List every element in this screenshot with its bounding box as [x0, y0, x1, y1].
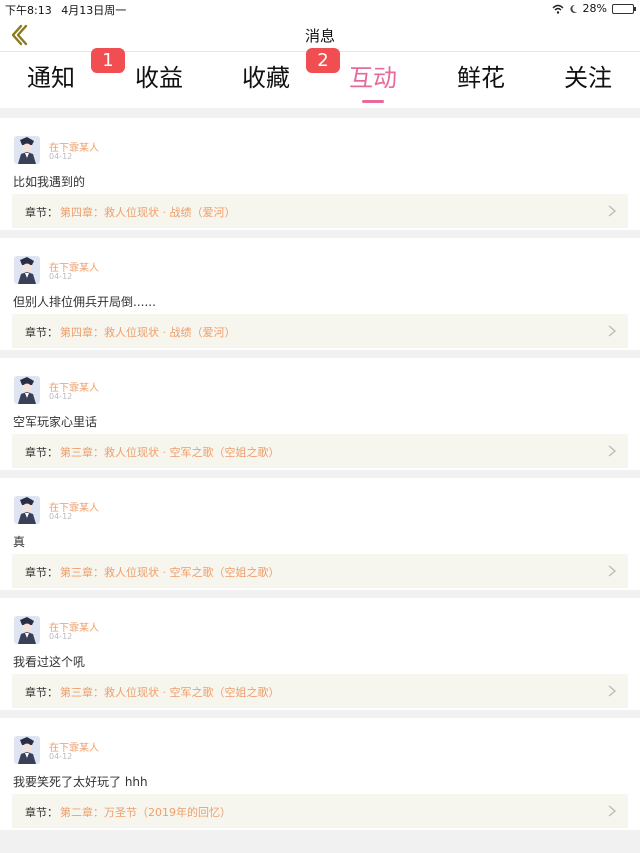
page-title: 消息	[304, 27, 335, 45]
avatar[interactable]	[14, 496, 40, 524]
active-tab-underline	[362, 100, 384, 103]
chapter-label: 章节：	[25, 206, 58, 219]
chapter-link[interactable]: 章节： 第三章：救人位现状 · 空军之歌（空姐之歌）	[12, 554, 628, 588]
avatar[interactable]	[14, 376, 40, 404]
status-time-date: 下午8:13 4月13日周一	[5, 2, 126, 18]
chevron-right-icon	[608, 565, 617, 577]
tab-earnings[interactable]: 收益	[135, 58, 183, 93]
chevron-right-icon	[608, 685, 617, 697]
comment-card: 在下霏某人 04-12 比如我遇到的 章节： 第四章：救人位现状 · 战绩（爱河…	[0, 118, 640, 230]
tab-label: 收益	[135, 64, 183, 92]
chapter-label: 章节：	[25, 326, 58, 339]
unread-badge: 1	[91, 48, 125, 73]
nav-bar: 消息	[0, 18, 640, 52]
chapter-link[interactable]: 章节： 第四章：救人位现状 · 战绩（爱河）	[12, 194, 628, 228]
status-time: 下午8:13	[5, 4, 52, 17]
status-date: 4月13日周一	[61, 4, 127, 17]
tab-label: 通知	[27, 64, 75, 92]
chapter-title: 第二章：万圣节（2019年的回忆）	[60, 806, 231, 819]
comment-text: 空军玩家心里话	[13, 415, 98, 429]
tab-bar: 通知 1 收益 收藏 2 互动 鲜花 关注	[0, 48, 640, 158]
comment-text: 但别人排位佣兵开局倒......	[13, 295, 156, 309]
battery-icon	[612, 3, 636, 14]
chapter-link[interactable]: 章节： 第三章：救人位现状 · 空军之歌（空姐之歌）	[12, 434, 628, 468]
comment-date: 04-12	[49, 752, 73, 761]
chapter-link[interactable]: 章节： 第二章：万圣节（2019年的回忆）	[12, 794, 628, 828]
tab-flowers[interactable]: 鲜花	[457, 58, 505, 93]
comment-list: 在下霏某人 04-12 比如我遇到的 章节： 第四章：救人位现状 · 战绩（爱河…	[0, 118, 640, 838]
status-bar: 下午8:13 4月13日周一 28%	[0, 0, 640, 18]
avatar[interactable]	[14, 136, 40, 164]
comment-card: 在下霏某人 04-12 我要笑死了太好玩了 hhh 章节： 第二章：万圣节（20…	[0, 718, 640, 830]
chapter-link[interactable]: 章节： 第三章：救人位现状 · 空军之歌（空姐之歌）	[12, 674, 628, 708]
comment-date: 04-12	[49, 512, 73, 521]
chevron-right-icon	[608, 445, 617, 457]
tab-following[interactable]: 关注	[564, 58, 612, 93]
tab-label: 互动	[349, 64, 397, 92]
chapter-title: 第三章：救人位现状 · 空军之歌（空姐之歌）	[60, 566, 280, 579]
unread-badge: 2	[306, 48, 340, 73]
comment-date: 04-12	[49, 392, 73, 401]
tab-notifications[interactable]: 通知 1	[27, 48, 125, 93]
chapter-label: 章节：	[25, 566, 58, 579]
avatar[interactable]	[14, 256, 40, 284]
chapter-title: 第四章：救人位现状 · 战绩（爱河）	[60, 326, 236, 339]
avatar[interactable]	[14, 616, 40, 644]
battery-percent: 28%	[582, 2, 607, 15]
chevron-right-icon	[608, 325, 617, 337]
chevron-right-icon	[608, 805, 617, 817]
chapter-title: 第三章：救人位现状 · 空军之歌（空姐之歌）	[60, 686, 280, 699]
comment-card: 在下霏某人 04-12 我看过这个吼 章节： 第三章：救人位现状 · 空军之歌（…	[0, 598, 640, 710]
tab-label: 鲜花	[457, 64, 505, 92]
comment-date: 04-12	[49, 152, 73, 161]
chapter-link[interactable]: 章节： 第四章：救人位现状 · 战绩（爱河）	[12, 314, 628, 348]
chapter-label: 章节：	[25, 806, 58, 819]
chapter-label: 章节：	[25, 446, 58, 459]
moon-icon	[569, 4, 577, 13]
comment-date: 04-12	[49, 632, 73, 641]
avatar[interactable]	[14, 736, 40, 764]
wifi-icon	[552, 4, 564, 14]
comment-card: 在下霏某人 04-12 空军玩家心里话 章节： 第三章：救人位现状 · 空军之歌…	[0, 358, 640, 470]
comment-date: 04-12	[49, 272, 73, 281]
comment-text: 我看过这个吼	[13, 655, 86, 669]
comment-card: 在下霏某人 04-12 真 章节： 第三章：救人位现状 · 空军之歌（空姐之歌）	[0, 478, 640, 590]
chapter-title: 第三章：救人位现状 · 空军之歌（空姐之歌）	[60, 446, 280, 459]
status-right: 28%	[552, 2, 636, 15]
comment-text: 真	[13, 535, 26, 549]
chapter-label: 章节：	[25, 686, 58, 699]
tab-label: 关注	[564, 64, 612, 92]
tab-favorites[interactable]: 收藏 2	[242, 48, 340, 93]
tab-interactions[interactable]: 互动	[349, 58, 397, 103]
comment-text: 比如我遇到的	[13, 175, 86, 189]
chapter-title: 第四章：救人位现状 · 战绩（爱河）	[60, 206, 236, 219]
chevron-right-icon	[608, 205, 617, 217]
tab-label: 收藏	[242, 64, 290, 92]
comment-text: 我要笑死了太好玩了 hhh	[13, 775, 148, 789]
comment-card: 在下霏某人 04-12 但别人排位佣兵开局倒...... 章节： 第四章：救人位…	[0, 238, 640, 350]
